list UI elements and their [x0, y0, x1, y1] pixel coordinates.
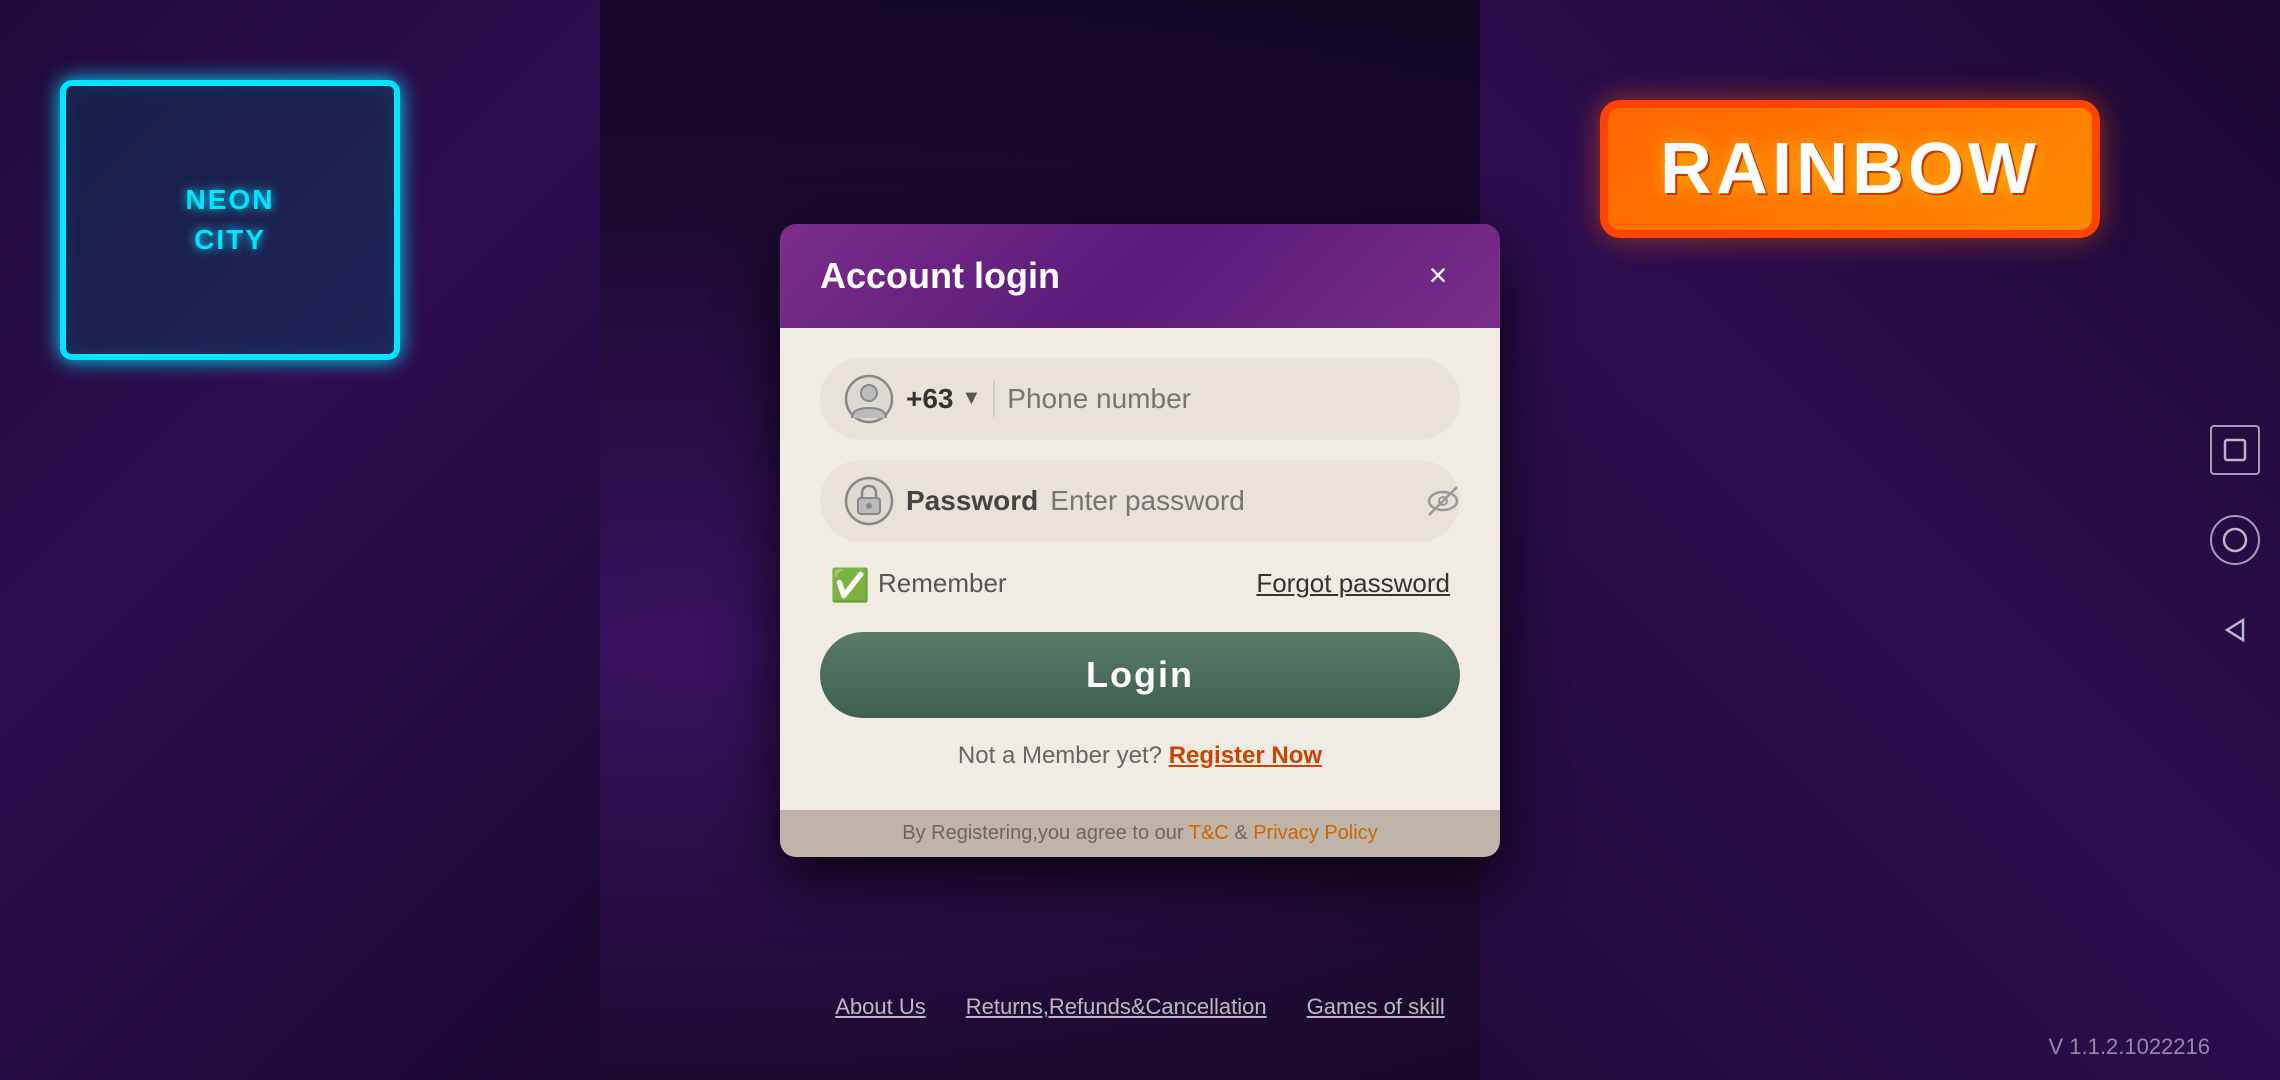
- phone-number-input[interactable]: [1007, 383, 1436, 415]
- tos-text: By Registering,you agree to our: [902, 822, 1188, 844]
- login-button[interactable]: Login: [820, 632, 1460, 718]
- password-field-container: Password: [820, 460, 1460, 542]
- tos-link[interactable]: T&C: [1189, 822, 1229, 844]
- forgot-password-link[interactable]: Forgot password: [1256, 568, 1450, 599]
- modal-title: Account login: [820, 255, 1060, 297]
- options-row: ✅ Remember Forgot password: [820, 566, 1460, 602]
- modal-header: Account login ×: [780, 224, 1500, 328]
- dropdown-icon: ▼: [962, 387, 982, 410]
- modal-overlay: Account login × +63 ▼: [0, 0, 2280, 1080]
- remember-checkbox-icon[interactable]: ✅: [830, 566, 866, 602]
- register-prefix-text: Not a Member yet?: [958, 742, 1162, 769]
- register-row: Not a Member yet? Register Now: [820, 742, 1460, 770]
- remember-label: Remember: [878, 568, 1007, 599]
- register-now-link[interactable]: Register Now: [1169, 742, 1322, 769]
- toggle-password-icon[interactable]: [1423, 481, 1463, 521]
- user-icon: [844, 374, 894, 424]
- phone-field-container: +63 ▼: [820, 358, 1460, 440]
- password-label: Password: [906, 485, 1038, 517]
- modal-footer-partial: By Registering,you agree to our T&C & Pr…: [780, 810, 1500, 857]
- phone-divider: [993, 381, 995, 417]
- password-input[interactable]: [1050, 485, 1411, 517]
- lock-icon: [844, 476, 894, 526]
- close-button[interactable]: ×: [1416, 254, 1460, 298]
- remember-group: ✅ Remember: [830, 566, 1007, 602]
- country-code-value: +63: [906, 383, 954, 415]
- country-code-selector[interactable]: +63 ▼: [906, 383, 981, 415]
- modal-body: +63 ▼ Password: [780, 328, 1500, 810]
- login-modal: Account login × +63 ▼: [780, 224, 1500, 857]
- privacy-policy-link[interactable]: Privacy Policy: [1253, 822, 1377, 844]
